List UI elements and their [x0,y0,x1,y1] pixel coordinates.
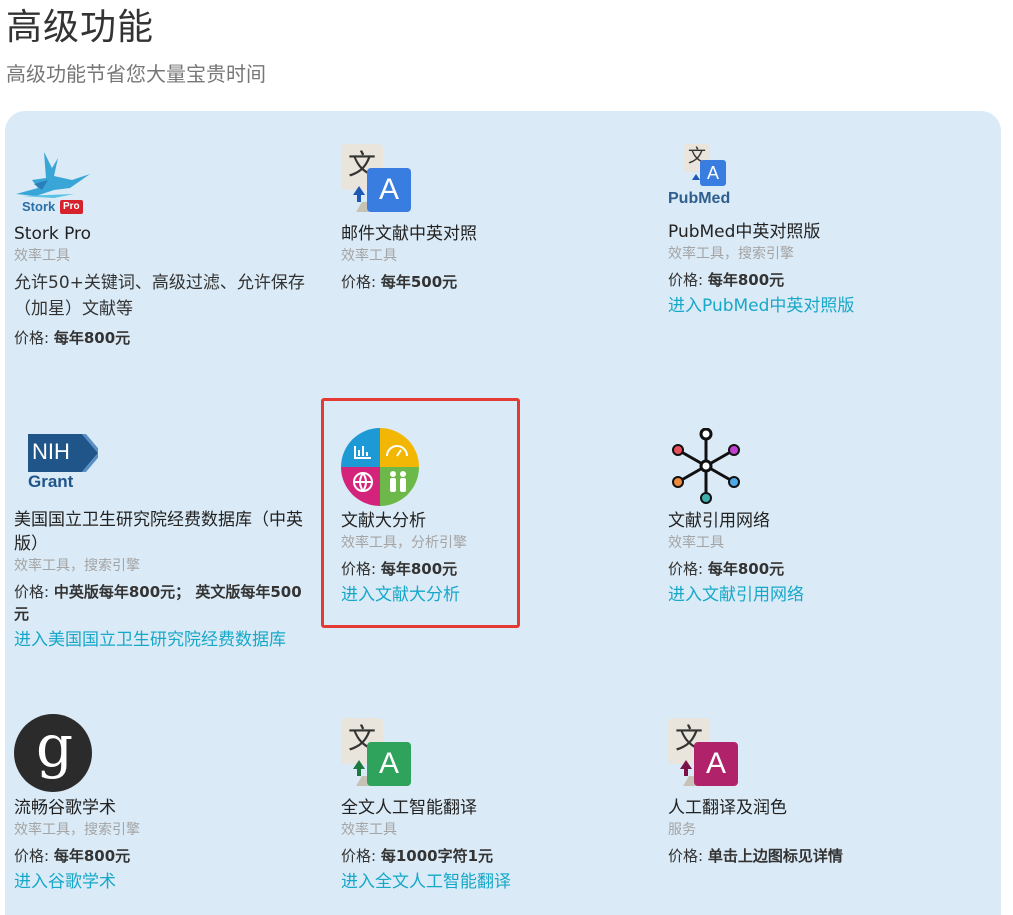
network-icon[interactable] [668,427,748,508]
card-title: 邮件文献中英对照 [341,224,477,244]
enter-ai-translate-link[interactable]: 进入全文人工智能翻译 [341,869,656,895]
enter-google-scholar-link[interactable]: 进入谷歌学术 [14,869,329,895]
page-title: 高级功能 [6,7,155,48]
card-title: 人工翻译及润色 [668,798,787,818]
card-price: 价格: 每年800元 [668,558,983,580]
card-tags: 效率工具 [341,822,397,838]
stork-pro-logo-icon[interactable]: Stork Pro [14,150,94,216]
price-value: 每年800元 [53,847,131,865]
nih-grant-logo-icon[interactable]: NIH Grant [14,432,98,492]
up-arrow-stem [357,768,361,776]
page-subtitle: 高级功能节省您大量宝贵时间 [6,62,266,86]
price-label: 价格: [668,560,708,578]
google-scholar-icon[interactable]: g [14,714,92,792]
price-value: 中英版每年800元； 英文版每年500元 [14,583,302,623]
card-tags: 服务 [668,822,696,838]
grant-logo-text: Grant [28,472,74,491]
a-glyph: A [367,742,411,786]
card-description: 允许50+关键词、高级过滤、允许保存（加星）文献等 [14,273,305,319]
card-tags: 效率工具，搜索引擎 [668,246,794,262]
pubmed-logo-text: PubMed [668,190,731,207]
card-title: 美国国立卫生研究院经费数据库（中英版） [14,510,303,554]
a-glyph: A [694,742,738,786]
g-glyph: g [36,712,74,780]
card-title: 流畅谷歌学术 [14,798,116,818]
feature-card-stork-pro: Stork Pro Stork Pro 效率工具 允许50+关键词、高级过滤、允… [14,150,329,349]
price-label: 价格: [668,271,708,289]
translate-green-icon[interactable]: 文 A [341,718,413,790]
feature-card-pubmed: 文 A PubMed PubMed中英对照版 效率工具，搜索引擎 价格: 每年8… [668,144,983,319]
card-price: 价格: 每年500元 [341,271,656,293]
enter-network-link[interactable]: 进入文献引用网络 [668,582,983,608]
translate-icon[interactable]: 文 A [341,144,413,216]
up-arrow-stem [357,194,361,202]
up-arrow-icon [692,174,700,180]
card-price: 价格: 每年800元 [14,845,329,867]
price-label: 价格: [341,273,381,291]
page: 高级功能 高级功能节省您大量宝贵时间 Stork Pro Stork Pro 效… [0,0,1013,915]
card-title: Stork Pro [14,224,92,244]
card-price: 价格: 中英版每年800元； 英文版每年500元 [14,581,314,625]
price-value: 每年500元 [380,273,458,291]
highlight-frame [321,398,520,628]
card-title: 全文人工智能翻译 [341,798,477,818]
feature-card-citation-network: 文献引用网络 效率工具 价格: 每年800元 进入文献引用网络 [668,427,983,608]
price-value: 每1000字符1元 [380,847,494,865]
feature-card-human-translate: 文 A 人工翻译及润色 服务 价格: 单击上边图标见详情 [668,718,983,867]
enter-pubmed-link[interactable]: 进入PubMed中英对照版 [668,293,983,319]
card-tags: 效率工具，搜索引擎 [14,558,140,574]
pro-badge: Pro [60,200,83,214]
a-glyph: A [367,168,411,212]
card-title: 文献引用网络 [668,511,770,531]
enter-nih-link[interactable]: 进入美国国立卫生研究院经费数据库 [14,627,329,653]
card-tags: 效率工具 [341,248,397,264]
card-price: 价格: 每1000字符1元 [341,845,656,867]
feature-card-google-scholar: g 流畅谷歌学术 效率工具，搜索引擎 价格: 每年800元 进入谷歌学术 [14,714,329,895]
card-price: 价格: 单击上边图标见详情 [668,845,983,867]
a-glyph: A [700,160,726,186]
price-label: 价格: [14,847,54,865]
card-tags: 效率工具，搜索引擎 [14,822,140,838]
card-price: 价格: 每年800元 [14,327,329,349]
stork-logo-text: Stork [22,199,56,214]
price-label: 价格: [14,329,54,347]
price-value: 单击上边图标见详情 [707,847,843,865]
price-label: 价格: [668,847,708,865]
card-tags: 效率工具 [668,535,724,551]
price-value: 每年800元 [53,329,131,347]
translate-magenta-icon[interactable]: 文 A [668,718,740,790]
up-arrow-stem [684,768,688,776]
price-label: 价格: [341,847,381,865]
price-label: 价格: [14,583,54,601]
feature-card-email-translate: 文 A 邮件文献中英对照 效率工具 价格: 每年500元 [341,144,656,293]
card-title: PubMed中英对照版 [668,222,821,242]
feature-card-ai-translate: 文 A 全文人工智能翻译 效率工具 价格: 每1000字符1元 进入全文人工智能… [341,718,656,895]
price-value: 每年800元 [707,271,785,289]
feature-card-nih-grant: NIH Grant 美国国立卫生研究院经费数据库（中英版） 效率工具，搜索引擎 … [14,432,329,653]
card-tags: 效率工具 [14,248,70,264]
card-price: 价格: 每年800元 [668,269,983,291]
nih-logo-text: NIH [32,439,70,464]
price-value: 每年800元 [707,560,785,578]
pubmed-translate-icon[interactable]: 文 A PubMed [668,144,748,216]
